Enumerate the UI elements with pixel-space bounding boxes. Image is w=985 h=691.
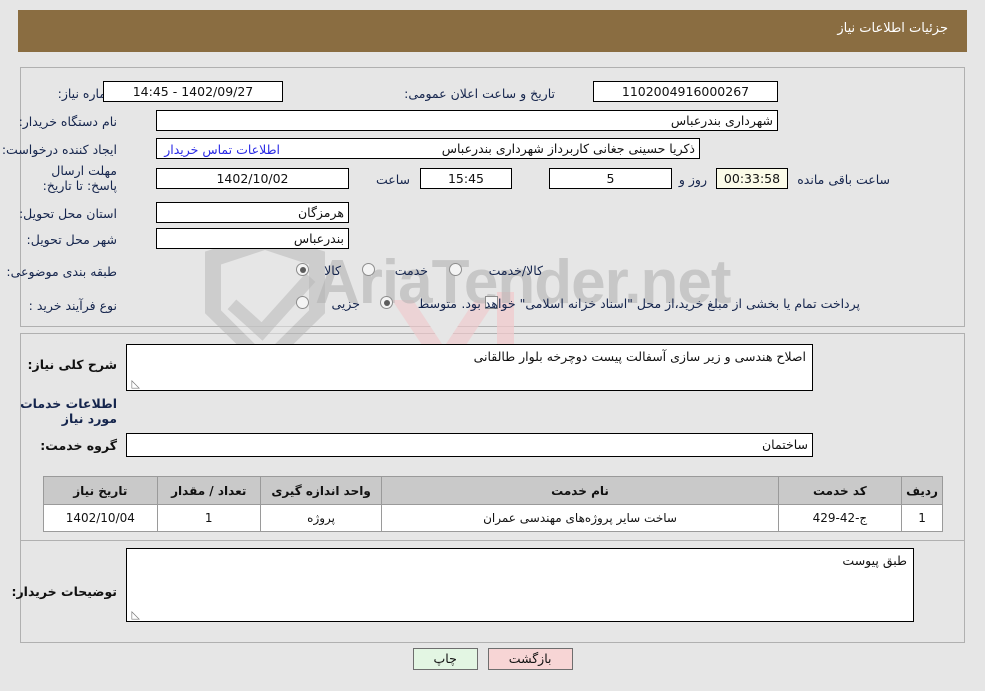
- cell-name: ساخت سایر پروژه‌های مهندسی عمران: [381, 504, 779, 532]
- buyer-org-field[interactable]: شهرداری بندرعباس: [156, 110, 778, 131]
- deadline-date-field[interactable]: 1402/10/02: [156, 168, 349, 189]
- hour-label: ساعت: [375, 172, 410, 187]
- province-field[interactable]: هرمزگان: [156, 202, 349, 223]
- request-creator-label: ایجاد کننده درخواست:: [1, 142, 117, 157]
- city-label: شهر محل تحویل:: [26, 232, 117, 247]
- cell-date: 1402/10/04: [43, 504, 158, 532]
- service-group-field[interactable]: ساختمان: [126, 433, 813, 457]
- services-table: ردیف کد خدمت نام خدمت واحد اندازه گیری ت…: [43, 476, 943, 532]
- treasury-docs-text: پرداخت تمام یا بخشی از مبلغ خرید،از محل …: [461, 296, 860, 311]
- resize-grip-icon[interactable]: ◺: [130, 378, 140, 389]
- buyer-contact-link[interactable]: اطلاعات تماس خریدار: [164, 142, 280, 157]
- process-radio-motevaset[interactable]: [380, 296, 393, 309]
- countdown-timer-field: 00:33:58: [716, 168, 788, 189]
- category-radio-khedmat[interactable]: [362, 263, 375, 276]
- process-label-jozee: جزیی: [331, 296, 360, 311]
- city-field[interactable]: بندرعباس: [156, 228, 349, 249]
- process-label-motevaset: متوسط: [417, 296, 457, 311]
- cell-qty: 1: [156, 504, 261, 532]
- announce-datetime-label: تاریخ و ساعت اعلان عمومی:: [404, 86, 555, 101]
- category-radio-kala-khedmat[interactable]: [449, 263, 462, 276]
- buyer-org-label: نام دستگاه خریدار:: [18, 114, 117, 129]
- back-button[interactable]: بازگشت: [487, 648, 573, 670]
- print-button[interactable]: چاپ: [412, 648, 478, 670]
- province-label: استان محل تحویل:: [18, 206, 117, 221]
- deadline-label: مهلت ارسال پاسخ: تا تاریخ:: [42, 163, 117, 193]
- deadline-time-field[interactable]: 15:45: [420, 168, 512, 189]
- process-type-label: نوع فرآیند خرید :: [28, 298, 117, 313]
- need-description-value: اصلاح هندسی و زیر سازی آسفالت پیست دوچرخ…: [473, 349, 806, 364]
- buyer-notes-value: طبق پیوست: [842, 553, 907, 568]
- col-header-radif: ردیف: [901, 476, 943, 505]
- cell-code: ج-42-429: [777, 504, 903, 532]
- services-section-title: اطلاعات خدمات مورد نیاز: [20, 396, 117, 426]
- category-label-kala: کالا: [324, 263, 341, 278]
- col-header-date: تاریخ نیاز: [43, 476, 158, 505]
- need-description-textarea[interactable]: اصلاح هندسی و زیر سازی آسفالت پیست دوچرخ…: [126, 344, 813, 391]
- table-header-row: ردیف کد خدمت نام خدمت واحد اندازه گیری ت…: [43, 476, 943, 505]
- days-text: روز و: [678, 172, 707, 187]
- col-header-name: نام خدمت: [381, 476, 779, 505]
- need-number-field[interactable]: 1102004916000267: [593, 81, 778, 102]
- col-header-qty: تعداد / مقدار: [156, 476, 261, 505]
- need-info-panel: [20, 67, 965, 327]
- cell-unit: پروژه: [259, 504, 383, 532]
- process-radio-jozee[interactable]: [296, 296, 309, 309]
- page-title: جزئیات اطلاعات نیاز: [837, 21, 948, 36]
- page-title-bar: جزئیات اطلاعات نیاز: [18, 10, 967, 52]
- resize-grip-icon-notes[interactable]: ◺: [130, 609, 140, 620]
- category-label: طبقه بندی موضوعی:: [6, 264, 117, 279]
- col-header-code: کد خدمت: [777, 476, 903, 505]
- remaining-text: ساعت باقی مانده: [797, 172, 890, 187]
- category-label-khedmat: خدمت: [394, 263, 428, 278]
- buyer-notes-label: توضیحات خریدار:: [11, 584, 117, 599]
- category-radio-kala[interactable]: [296, 263, 309, 276]
- category-label-kala-khedmat: کالا/خدمت: [488, 263, 543, 278]
- remaining-days-field: 5: [549, 168, 672, 189]
- announce-datetime-field[interactable]: 1402/09/27 - 14:45: [103, 81, 283, 102]
- table-row: 1 ج-42-429 ساخت سایر پروژه‌های مهندسی عم…: [43, 504, 943, 532]
- buyer-notes-textarea[interactable]: طبق پیوست ◺: [126, 548, 914, 622]
- service-group-label: گروه خدمت:: [40, 438, 117, 453]
- need-description-label: شرح کلی نیاز:: [27, 357, 117, 372]
- cell-radif: 1: [901, 504, 943, 532]
- footer-button-bar: بازگشت چاپ: [0, 648, 985, 670]
- col-header-unit: واحد اندازه گیری: [259, 476, 383, 505]
